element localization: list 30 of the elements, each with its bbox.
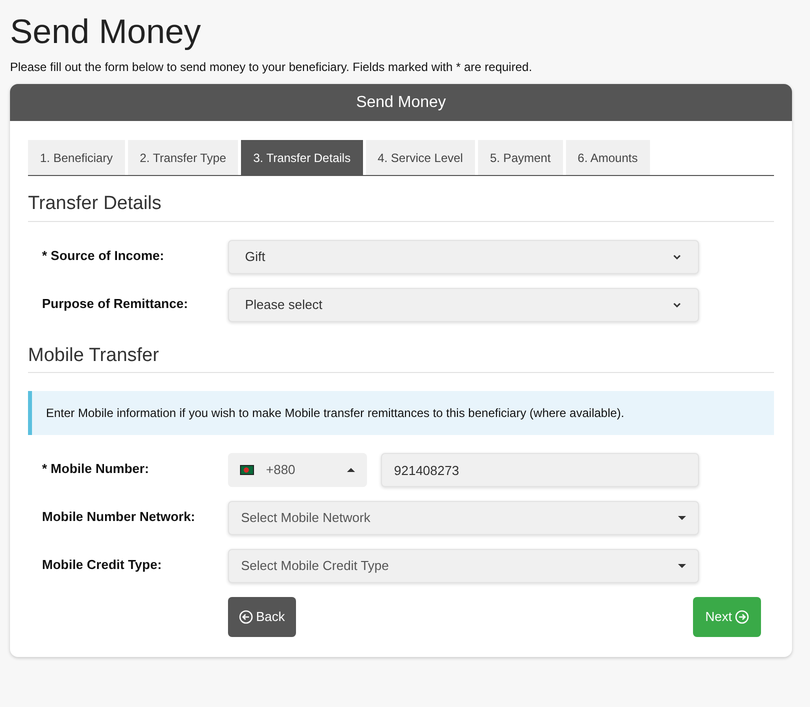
- step-tab[interactable]: 1. Beneficiary: [28, 140, 125, 175]
- back-button[interactable]: Back: [228, 597, 296, 637]
- select-field[interactable]: Select Mobile Network: [228, 501, 699, 535]
- caret-down-icon: [678, 516, 686, 520]
- field-label: Purpose of Remittance:: [41, 294, 189, 313]
- field-label: Mobile Credit Type:: [41, 556, 163, 574]
- page-title: Send Money: [10, 12, 202, 52]
- section-heading: Mobile Transfer: [28, 342, 774, 373]
- country-code-select[interactable]: +880: [228, 453, 367, 487]
- step-tab[interactable]: 6. Amounts: [566, 140, 650, 175]
- step-tab[interactable]: 3. Transfer Details: [241, 140, 363, 175]
- card-title: Send Money: [356, 92, 446, 112]
- select-field[interactable]: Gift: [228, 240, 699, 274]
- field-label: * Source of Income:: [41, 246, 166, 264]
- caret-up-icon: [347, 468, 355, 472]
- mobile-number-input[interactable]: 921408273: [381, 453, 699, 487]
- flag-icon: [240, 465, 254, 475]
- select-field[interactable]: Select Mobile Credit Type: [228, 549, 699, 583]
- info-message: Enter Mobile information if you wish to make Mobile transfer remittances to this beneficiary (where available).: [28, 391, 774, 435]
- section-heading: Transfer Details: [28, 190, 774, 222]
- arrow-left-icon: [239, 610, 253, 624]
- caret-down-icon: [678, 564, 686, 568]
- intro-text: Please fill out the form below to send money to your beneficiary. Fields marked with * are required.: [10, 59, 534, 76]
- select-field[interactable]: Please select: [228, 288, 699, 322]
- arrow-right-icon: [735, 610, 749, 624]
- field-label: * Mobile Number:: [41, 460, 150, 478]
- field-label: Mobile Number Network:: [41, 508, 196, 526]
- step-tab[interactable]: 2. Transfer Type: [128, 140, 238, 175]
- step-tab[interactable]: 5. Payment: [478, 140, 563, 175]
- step-tab[interactable]: 4. Service Level: [366, 140, 475, 175]
